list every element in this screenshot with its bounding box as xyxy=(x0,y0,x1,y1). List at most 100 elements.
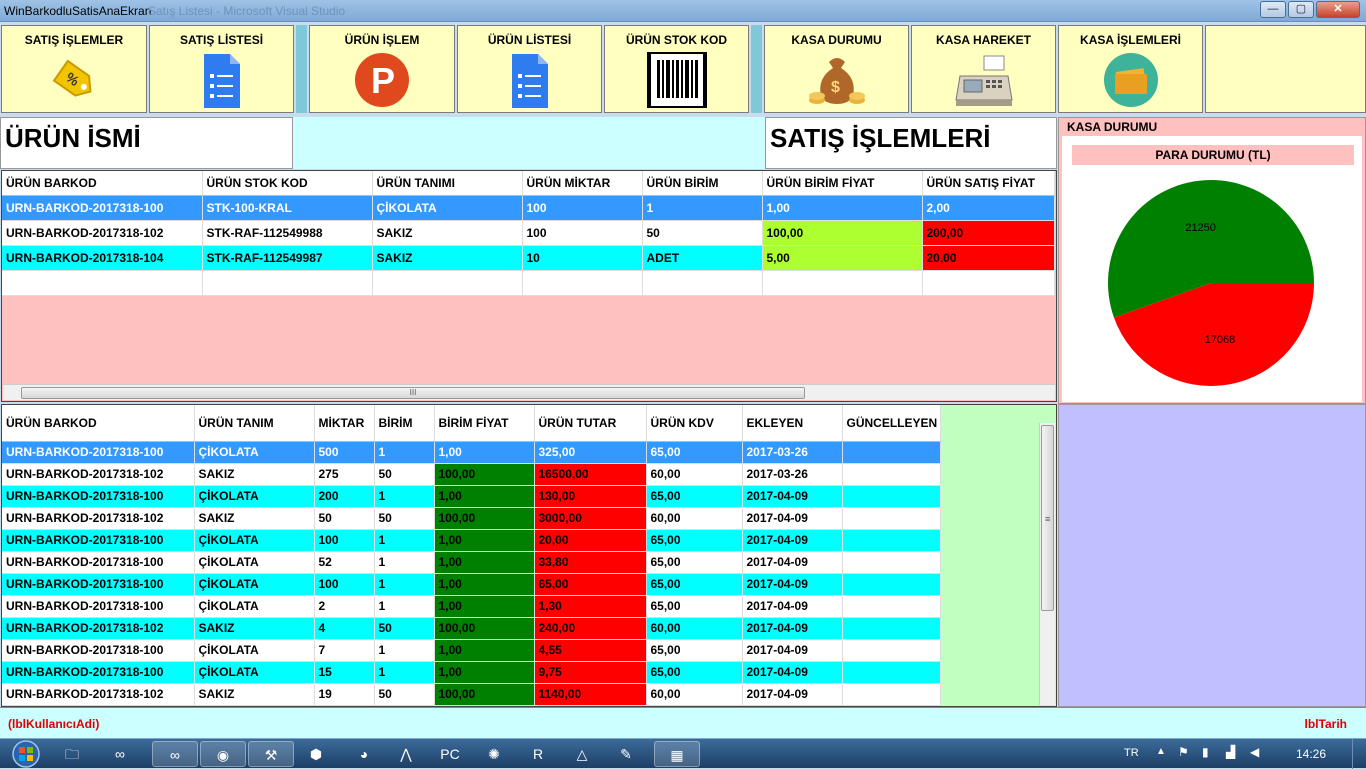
column-header[interactable]: EKLEYEN xyxy=(742,405,843,442)
signal-icon[interactable]: ▟ xyxy=(1226,745,1235,759)
table-cell[interactable]: 1 xyxy=(642,195,763,221)
table-cell[interactable]: URN-BARKOD-2017318-100 xyxy=(2,661,195,684)
table-cell[interactable]: SAKIZ xyxy=(194,683,315,706)
table-row[interactable]: URN-BARKOD-2017318-102 SAKIZ 19 50 100,00 114… xyxy=(2,683,941,706)
table-cell[interactable] xyxy=(842,463,941,486)
table-row[interactable]: URN-BARKOD-2017318-100 STK-100-KRAL ÇİKOLA… xyxy=(2,195,1055,221)
table-cell[interactable]: 2,00 xyxy=(922,195,1055,221)
table-cell[interactable]: SAKIZ xyxy=(194,463,315,486)
table-cell[interactable]: ÇİKOLATA xyxy=(194,573,315,596)
kasa-islemleri-button[interactable]: KASA İŞLEMLERİ xyxy=(1058,25,1203,113)
windows-start-icon[interactable] xyxy=(6,739,46,769)
table-cell[interactable]: 1140,00 xyxy=(534,683,647,706)
table-cell[interactable]: URN-BARKOD-2017318-102 xyxy=(2,507,195,530)
show-desktop-button[interactable] xyxy=(1352,739,1366,769)
table-row[interactable]: URN-BARKOD-2017318-102 SAKIZ 275 50 100,00 16… xyxy=(2,463,941,486)
table-cell[interactable]: 1 xyxy=(374,441,435,464)
table-cell[interactable]: 100,00 xyxy=(434,463,535,486)
table-cell[interactable]: 2017-04-09 xyxy=(742,683,843,706)
visual-studio-icon[interactable]: ∞ xyxy=(100,741,140,767)
table-cell[interactable] xyxy=(642,270,763,296)
table-cell[interactable]: 4 xyxy=(314,617,375,640)
table-row[interactable]: URN-BARKOD-2017318-100 ÇİKOLATA 500 1 1,00 32… xyxy=(2,441,941,464)
table-cell[interactable]: ÇİKOLATA xyxy=(194,485,315,508)
table-cell[interactable]: 1,00 xyxy=(434,441,535,464)
table-cell[interactable]: 15 xyxy=(314,661,375,684)
table-cell[interactable] xyxy=(842,683,941,706)
scroll-thumb[interactable]: ≡ xyxy=(1041,425,1054,611)
table-cell[interactable]: 60,00 xyxy=(646,617,743,640)
table-cell[interactable] xyxy=(922,270,1055,296)
table-cell[interactable]: SAKIZ xyxy=(194,617,315,640)
table-cell[interactable]: 33,80 xyxy=(534,551,647,574)
urun-stok-kod-button[interactable]: ÜRÜN STOK KOD xyxy=(604,25,749,113)
column-header[interactable]: ÜRÜN TUTAR xyxy=(534,405,647,442)
column-header[interactable]: MİKTAR xyxy=(314,405,375,442)
table-cell[interactable]: 2017-03-26 xyxy=(742,463,843,486)
column-header[interactable]: ÜRÜN MİKTAR xyxy=(522,171,643,196)
kasa-durumu-button[interactable]: KASA DURUMU $ xyxy=(764,25,909,113)
table-cell[interactable]: ÇİKOLATA xyxy=(194,551,315,574)
table-cell[interactable]: 1 xyxy=(374,639,435,662)
table-cell[interactable]: URN-BARKOD-2017318-102 xyxy=(2,617,195,640)
app-icon[interactable]: ⋀ xyxy=(386,741,426,767)
table-cell[interactable]: ÇİKOLATA xyxy=(194,639,315,662)
sales-grid[interactable]: ÜRÜN BARKOD ÜRÜN TANIM MİKTAR BİRİM BİRİM Fİ… xyxy=(1,404,1057,707)
table-cell[interactable]: URN-BARKOD-2017318-100 xyxy=(2,195,203,221)
table-cell[interactable] xyxy=(842,595,941,618)
column-header[interactable]: BİRİM FİYAT xyxy=(434,405,535,442)
table-cell[interactable]: 4,55 xyxy=(534,639,647,662)
table-cell[interactable]: 10 xyxy=(522,245,643,271)
table-cell[interactable]: 2017-04-09 xyxy=(742,639,843,662)
column-header[interactable]: ÜRÜN TANIMI xyxy=(372,171,523,196)
table-cell[interactable]: 1 xyxy=(374,595,435,618)
table-cell[interactable]: ADET xyxy=(642,245,763,271)
table-row[interactable]: URN-BARKOD-2017318-102 SAKIZ 50 50 100,00 300… xyxy=(2,507,941,530)
table-cell[interactable]: SAKIZ xyxy=(194,507,315,530)
table-cell[interactable]: 1,00 xyxy=(434,485,535,508)
table-cell[interactable]: 2 xyxy=(314,595,375,618)
table-cell[interactable]: 2017-04-09 xyxy=(742,551,843,574)
table-cell[interactable]: 1 xyxy=(374,551,435,574)
table-cell[interactable]: ÇİKOLATA xyxy=(194,661,315,684)
table-row[interactable]: URN-BARKOD-2017318-102 STK-RAF-112549988 S… xyxy=(2,220,1055,246)
table-cell[interactable]: STK-100-KRAL xyxy=(202,195,373,221)
table-cell[interactable]: SAKIZ xyxy=(372,220,523,246)
table-cell[interactable]: 500 xyxy=(314,441,375,464)
table-cell[interactable]: SAKIZ xyxy=(372,245,523,271)
table-cell[interactable]: STK-RAF-112549988 xyxy=(202,220,373,246)
table-cell[interactable] xyxy=(842,661,941,684)
column-header[interactable]: ÜRÜN STOK KOD xyxy=(202,171,373,196)
table-cell[interactable]: 2017-04-09 xyxy=(742,617,843,640)
table-cell[interactable] xyxy=(2,270,203,296)
table-cell[interactable]: 52 xyxy=(314,551,375,574)
drive-icon[interactable]: △ xyxy=(562,741,602,767)
satis-listesi-button[interactable]: SATIŞ LİSTESİ xyxy=(149,25,294,113)
table-cell[interactable]: 20,00 xyxy=(534,529,647,552)
notepad-icon[interactable]: ✎ xyxy=(606,741,646,767)
table-cell[interactable]: 16500,00 xyxy=(534,463,647,486)
table-cell[interactable]: 1,00 xyxy=(434,661,535,684)
table-cell[interactable]: 50 xyxy=(642,220,763,246)
table-row[interactable]: URN-BARKOD-2017318-100 ÇİKOLATA 100 1 1,00 65… xyxy=(2,573,941,596)
box-icon[interactable]: ⬢ xyxy=(296,741,336,767)
table-row[interactable]: URN-BARKOD-2017318-104 STK-RAF-112549987 S… xyxy=(2,245,1055,271)
table-cell[interactable] xyxy=(842,485,941,508)
table-cell[interactable]: 2017-03-26 xyxy=(742,441,843,464)
table-cell[interactable]: 1 xyxy=(374,485,435,508)
table-cell[interactable]: URN-BARKOD-2017318-104 xyxy=(2,245,203,271)
table-cell[interactable]: 65,00 xyxy=(646,639,743,662)
table-cell[interactable]: 50 xyxy=(374,463,435,486)
table-cell[interactable]: 200 xyxy=(314,485,375,508)
table-row[interactable]: URN-BARKOD-2017318-100 ÇİKOLATA 7 1 1,00 4,55… xyxy=(2,639,941,662)
table-row[interactable]: URN-BARKOD-2017318-100 ÇİKOLATA 2 1 1,00 1,30… xyxy=(2,595,941,618)
table-cell[interactable] xyxy=(762,270,923,296)
table-cell[interactable]: 65,00 xyxy=(646,485,743,508)
table-cell[interactable]: URN-BARKOD-2017318-102 xyxy=(2,220,203,246)
table-cell[interactable]: 100,00 xyxy=(434,507,535,530)
table-cell[interactable] xyxy=(842,573,941,596)
table-cell[interactable]: 200,00 xyxy=(922,220,1055,246)
table-cell[interactable]: 1 xyxy=(374,573,435,596)
table-cell[interactable]: 100,00 xyxy=(762,220,923,246)
chrome-icon[interactable]: ◉ xyxy=(200,741,246,767)
